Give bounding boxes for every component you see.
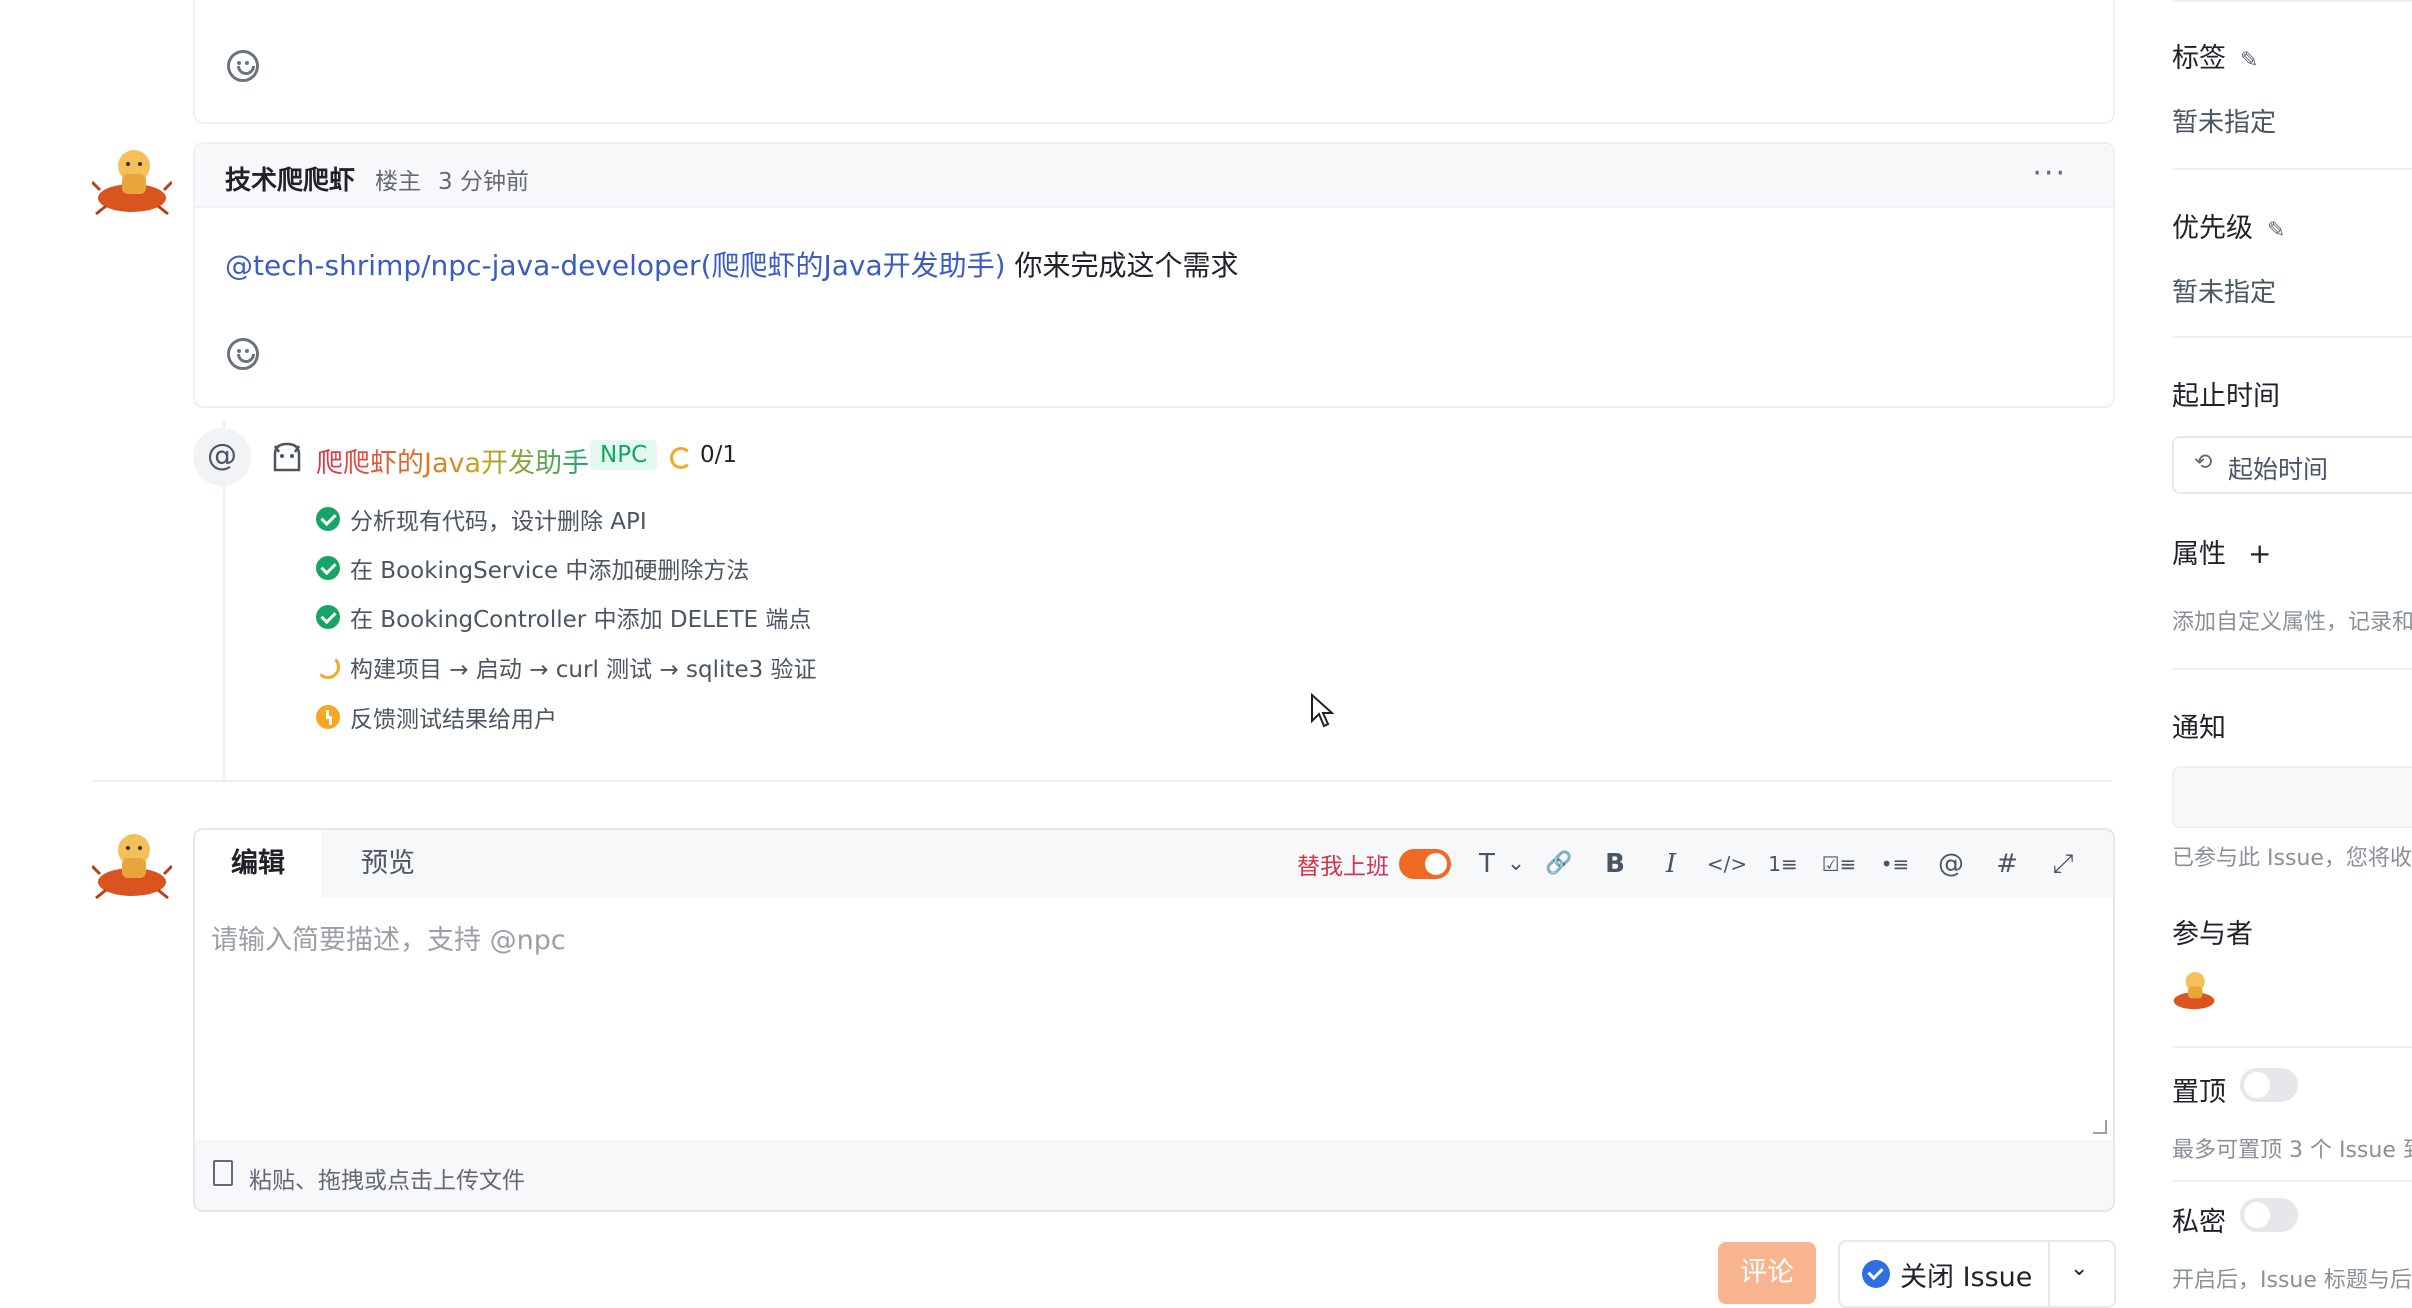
attributes-label: 属性 + [2172, 537, 2272, 570]
add-attribute-icon[interactable]: + [2248, 537, 2271, 570]
chevron-down-icon[interactable]: ⌄ [1501, 830, 1531, 898]
task-text: 在 BookingController 中添加 DELETE 端点 [350, 607, 812, 633]
participant-avatar[interactable] [2170, 966, 2218, 1014]
task-progress: 0/1 [700, 442, 738, 468]
file-upload-icon [213, 1160, 233, 1186]
hash-icon[interactable]: # [1979, 830, 2035, 898]
auto-work-label: 替我上班 [1297, 854, 1389, 880]
close-issue-label: 关闭 Issue [1900, 1262, 2033, 1293]
pin-toggle[interactable] [2240, 1068, 2298, 1102]
private-toggle[interactable] [2240, 1198, 2298, 1232]
checklist-icon[interactable]: ☑≡ [1811, 830, 1867, 898]
sidebar-divider [2172, 0, 2412, 2]
comment-time: 3 分钟前 [438, 169, 529, 195]
mouse-cursor-icon [1311, 693, 1334, 728]
npc-robot-icon [273, 442, 301, 472]
task-text: 构建项目 → 启动 → curl 测试 → sqlite3 验证 [350, 657, 817, 683]
author-role-badge: 楼主 [375, 169, 421, 195]
sidebar-divider [2172, 1046, 2412, 1048]
bold-icon[interactable]: B [1587, 830, 1643, 898]
comment-card: 技术爬爬虾 楼主 3 分钟前 ··· @tech-shrimp/npc-java… [193, 142, 2115, 408]
comment-editor: 编辑 预览 替我上班 T ⌄ 🔗 B I </> 1≡ ☑≡ •≡ @ # ⤢ … [193, 828, 2115, 1212]
notify-hint: 已参与此 Issue，您将收 [2172, 846, 2412, 871]
task-text: 反馈测试结果给用户 [350, 707, 557, 733]
code-icon[interactable]: </> [1699, 830, 1755, 898]
ordered-list-icon[interactable]: 1≡ [1755, 830, 1811, 898]
task-text: 分析现有代码，设计删除 API [350, 509, 647, 535]
auto-work-toggle[interactable] [1399, 849, 1451, 879]
progress-spinner-icon [670, 447, 692, 469]
check-icon [1862, 1260, 1890, 1288]
comment-input[interactable]: 请输入简要描述，支持 @npc [211, 918, 566, 957]
task-text: 在 BookingService 中添加硬删除方法 [350, 558, 750, 584]
pin-label: 置顶 [2172, 1077, 2226, 1108]
add-reaction-icon[interactable] [227, 338, 259, 370]
sidebar-divider [2172, 668, 2412, 670]
bullet-list-icon[interactable]: •≡ [1867, 830, 1923, 898]
sidebar-divider [2172, 1180, 2412, 1182]
comment-text: 你来完成这个需求 [1005, 249, 1239, 282]
tab-preview[interactable]: 预览 [325, 830, 451, 898]
pin-hint: 最多可置顶 3 个 Issue 到 [2172, 1138, 2412, 1163]
check-circle-icon [316, 556, 340, 580]
loading-spinner-icon [316, 655, 340, 679]
check-circle-icon [316, 507, 340, 531]
dates-label: 起止时间 [2172, 381, 2280, 412]
italic-icon[interactable]: I [1643, 830, 1699, 898]
check-circle-icon [316, 605, 340, 629]
close-issue-button[interactable]: 关闭 Issue ⌄ [1838, 1240, 2116, 1308]
clock-icon [316, 705, 340, 729]
upload-hint: 粘贴、拖拽或点击上传文件 [249, 1168, 525, 1194]
edit-tags-icon[interactable]: ✎ [2240, 48, 2258, 73]
history-icon: ⟲ [2194, 450, 2213, 475]
add-reaction-icon[interactable] [227, 50, 259, 82]
edit-priority-icon[interactable]: ✎ [2267, 218, 2285, 243]
tags-label: 标签 ✎ [2172, 43, 2259, 74]
issue-sidebar: 标签 ✎ 暂未指定 优先级 ✎ 暂未指定 起止时间 ⟲ 起始时间 属性 + 添加自定义… [2150, 0, 2412, 1301]
more-options-icon[interactable]: ··· [2032, 156, 2067, 191]
start-date-placeholder: 起始时间 [2228, 455, 2329, 484]
priority-label: 优先级 ✎ [2172, 213, 2286, 244]
npc-name-link[interactable]: 爬爬虾的Java开发助手 [316, 441, 589, 480]
link-icon[interactable]: 🔗 [1531, 830, 1587, 898]
notify-button[interactable]: ⍉ [2172, 766, 2412, 828]
sidebar-divider [2172, 168, 2412, 170]
notify-label: 通知 [2172, 713, 2226, 744]
avatar [92, 150, 172, 216]
editor-toolbar: 编辑 预览 替我上班 T ⌄ 🔗 B I </> 1≡ ☑≡ •≡ @ # ⤢ [195, 830, 2113, 898]
resize-handle-icon[interactable] [2093, 1120, 2107, 1134]
tags-value: 暂未指定 [2172, 108, 2277, 138]
npc-mention-link[interactable]: @tech-shrimp/npc-java-developer(爬爬虾的Java… [225, 249, 1006, 282]
sidebar-divider [2172, 336, 2412, 338]
format-toolbar: 替我上班 T ⌄ 🔗 B I </> 1≡ ☑≡ •≡ @ # ⤢ [1297, 830, 2091, 898]
priority-value: 暂未指定 [2172, 278, 2277, 308]
start-date-field[interactable]: ⟲ 起始时间 [2172, 436, 2412, 494]
private-label: 私密 [2172, 1207, 2226, 1238]
private-hint: 开启后，Issue 标题与后 [2172, 1268, 2412, 1293]
button-separator [2048, 1242, 2050, 1306]
mention-icon[interactable]: @ [1923, 830, 1979, 898]
section-divider [92, 780, 2112, 782]
participants-label: 参与者 [2172, 919, 2253, 950]
comment-body: @tech-shrimp/npc-java-developer(爬爬虾的Java… [225, 244, 1238, 284]
npc-badge: NPC [590, 440, 658, 470]
comment-button[interactable]: 评论 [1718, 1242, 1816, 1304]
chevron-down-icon[interactable]: ⌄ [2070, 1256, 2088, 1281]
upload-area[interactable]: 粘贴、拖拽或点击上传文件 [195, 1140, 2113, 1210]
previous-comment-card [193, 0, 2115, 124]
tab-edit[interactable]: 编辑 [195, 830, 321, 898]
attributes-hint: 添加自定义属性，记录和 [2172, 610, 2412, 635]
mention-event-icon: @ [193, 428, 251, 486]
comment-header: 技术爬爬虾 楼主 3 分钟前 ··· [195, 144, 2113, 208]
current-user-avatar [92, 834, 172, 900]
comment-author[interactable]: 技术爬爬虾 [225, 160, 355, 197]
fullscreen-icon[interactable]: ⤢ [2035, 830, 2091, 898]
text-style-icon[interactable]: T [1473, 830, 1501, 898]
